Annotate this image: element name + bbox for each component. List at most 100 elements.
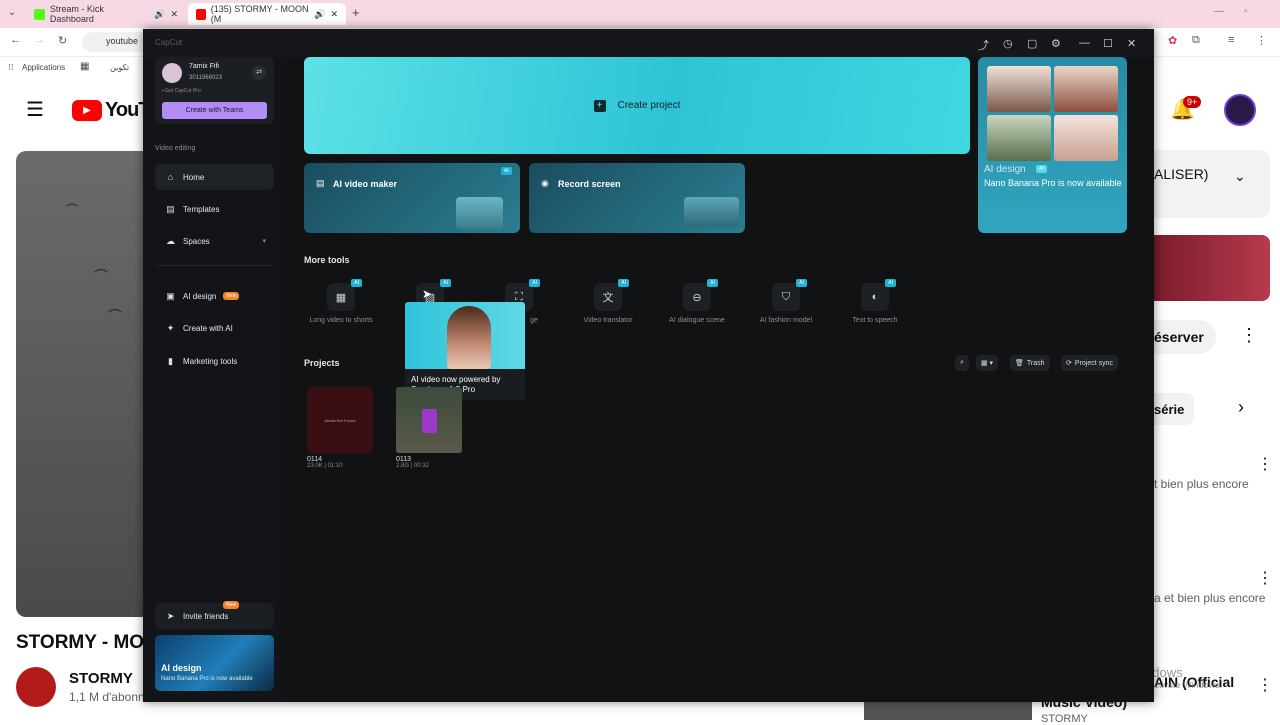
create-with-teams-button[interactable]: Create with Teams — [162, 102, 267, 119]
address-bar[interactable]: youtube — [82, 32, 152, 52]
tab-close-icon[interactable]: ✕ — [330, 9, 338, 20]
sidebar-item-home[interactable]: ⌂ Home — [155, 164, 274, 190]
maximize-icon[interactable]: ☐ — [1103, 37, 1113, 50]
back-icon[interactable]: ← — [10, 34, 21, 46]
sidebar-item-label: Marketing tools — [183, 356, 238, 366]
create-project-label: Create project — [617, 100, 681, 111]
tab-title: (135) STORMY - MOON (M — [210, 4, 309, 24]
record-screen-card[interactable]: ◉ Record screen — [529, 163, 745, 233]
menu-icon[interactable]: ⋮ — [1256, 34, 1267, 47]
cosmetics-image — [987, 115, 1051, 161]
search-icon[interactable]: ⌕ — [955, 355, 969, 371]
tab-close-icon[interactable]: ✕ — [170, 9, 178, 20]
tool-ai-fashion-model[interactable]: ⛉ AI AI fashion model — [751, 279, 821, 343]
project-item[interactable]: Media Not Found 0114 23.0K | 01:10 — [307, 387, 375, 469]
sidebar-item-spaces[interactable]: ☁ Spaces ▾ — [155, 228, 274, 254]
tool-video-translator[interactable]: 文 AI Video translator — [573, 279, 643, 343]
cloud-icon: ☁ — [166, 235, 175, 246]
tool-text-to-speech[interactable]: ◐ AI Text to speech — [840, 279, 910, 343]
capcut-sidebar: 7amix Fifi 3011966023 ⇄ ▪ Get CapCut Pro… — [143, 57, 283, 702]
recommended-thumbnail[interactable] — [864, 701, 1032, 720]
project-sync-button[interactable]: ⟳ Project sync — [1061, 355, 1118, 371]
reserve-button[interactable]: éserver — [1154, 320, 1216, 354]
extension-icon[interactable]: ✿ — [1168, 34, 1177, 47]
apps-grid-icon[interactable]: ⁝⁝ — [8, 62, 14, 73]
sidebar-item-templates[interactable]: ▤ Templates — [155, 196, 274, 222]
switch-account-icon[interactable]: ⇄ — [252, 66, 266, 80]
trash-button[interactable]: 🗑 Trash — [1010, 355, 1050, 371]
ai-design-icon: ▣ — [166, 290, 175, 301]
tool-label: Long video to shorts — [309, 317, 373, 324]
right-panel-header[interactable]: ALISER) ⌄ — [1154, 150, 1270, 218]
shirt-icon: ⛉ AI — [772, 279, 807, 311]
new-tab-icon[interactable]: + — [352, 5, 360, 20]
chevron-down-icon[interactable]: ▾ — [262, 237, 266, 245]
trash-label: Trash — [1026, 359, 1045, 367]
tooltip-preview-image — [405, 302, 525, 369]
sidebar-item-marketing-tools[interactable]: ▮ Marketing tools — [155, 348, 274, 374]
sidebar-item-ai-design[interactable]: ▣ AI design New — [155, 283, 274, 309]
ai-badge: AI — [440, 279, 451, 287]
kick-favicon-icon — [34, 8, 45, 20]
create-project-card[interactable]: + Create project — [304, 57, 970, 154]
restore-browser-icon[interactable]: ▫ — [1244, 6, 1248, 17]
user-avatar[interactable] — [162, 63, 182, 83]
reload-icon[interactable]: ↻ — [58, 34, 67, 47]
project-meta: 23.0K | 01:10 — [307, 463, 343, 469]
sidebar-item-create-with-ai[interactable]: ✦ Create with AI — [155, 315, 274, 341]
grid-icon[interactable]: ▦ — [80, 61, 89, 72]
more-options-icon[interactable]: ⋮ — [1240, 325, 1258, 346]
crown-icon: ▪ — [162, 88, 164, 94]
feedback-icon[interactable]: ▢ — [1027, 37, 1037, 50]
channel-avatar[interactable] — [16, 667, 56, 707]
bookmark-arabic[interactable]: تكوين — [110, 63, 129, 72]
hamburger-menu-icon[interactable]: ☰ — [26, 97, 44, 122]
close-icon[interactable]: ✕ — [1127, 37, 1136, 50]
forward-icon[interactable]: → — [34, 34, 45, 46]
chevron-down-icon[interactable]: ⌄ — [1234, 168, 1246, 185]
ai-design-card[interactable]: AI design AI Nano Banana Pro is now avai… — [978, 57, 1127, 233]
sidebar-divider — [155, 265, 274, 266]
ai-design-promo-banner[interactable]: AI design Nano Banana Pro is now availab… — [155, 635, 274, 691]
address-text: youtube — [106, 36, 139, 46]
more-options-icon[interactable]: ⋮ — [1257, 675, 1273, 695]
tool-ai-dialogue-scene[interactable]: ⊖ AI AI dialogue scene — [662, 279, 732, 343]
chevron-right-icon[interactable]: › — [1238, 397, 1244, 418]
recommended-channel[interactable]: STORMY — [1041, 713, 1088, 725]
tab-kick-dashboard[interactable]: Stream - Kick Dashboard 🔊 ✕ — [26, 3, 186, 25]
reading-list-icon[interactable]: ≡ — [1228, 34, 1234, 46]
bookmark-applications[interactable]: Applications — [22, 63, 65, 72]
project-item[interactable]: 0113 2.8G | 00:32 — [396, 387, 464, 469]
more-options-icon[interactable]: ⋮ — [1257, 568, 1273, 588]
pro-link[interactable]: ▪ Get CapCut Pro — [162, 88, 201, 94]
project-name: 0114 — [307, 456, 323, 463]
minimize-browser-icon[interactable]: — — [1214, 6, 1224, 17]
more-tools-label: More tools — [304, 255, 350, 265]
ai-video-maker-card[interactable]: ▤ AI video maker AI — [304, 163, 520, 233]
view-toggle-icon[interactable]: ▦ ▾ — [976, 355, 999, 371]
capcut-titlebar: CapCut ⤴ ◷ ▢ ⚙ — ☐ ✕ — [143, 29, 1154, 57]
extensions-puzzle-icon[interactable]: ⧉ — [1192, 34, 1200, 47]
series-chip[interactable]: série — [1154, 393, 1194, 425]
projects-label: Projects — [304, 358, 340, 368]
channel-name[interactable]: STORMY — [69, 670, 133, 687]
tab-list-chevron-icon[interactable]: ⌄ — [8, 7, 16, 18]
share-icon[interactable]: ⤴ — [978, 37, 989, 53]
settings-gear-icon[interactable]: ⚙ — [1051, 37, 1061, 50]
description-text: a et bien plus encore — [1154, 591, 1266, 605]
timer-icon[interactable]: ◷ — [1003, 37, 1013, 50]
minimize-icon[interactable]: — — [1079, 37, 1090, 49]
more-options-icon[interactable]: ⋮ — [1257, 454, 1273, 474]
tool-long-video-to-shorts[interactable]: ▦ AI Long video to shorts — [306, 279, 376, 343]
app-name: CapCut — [155, 38, 183, 47]
invite-friends-button[interactable]: ➤ Invite friends New — [155, 601, 274, 629]
tab-youtube-stormy[interactable]: (135) STORMY - MOON (M 🔊 ✕ — [188, 3, 346, 25]
account-avatar[interactable] — [1224, 94, 1256, 126]
bird-icon: ⌒ — [66, 203, 79, 217]
user-card: 7amix Fifi 3011966023 ⇄ ▪ Get CapCut Pro… — [155, 57, 274, 124]
project-thumbnail: Media Not Found — [307, 387, 373, 453]
tab-title: Stream - Kick Dashboard — [49, 4, 104, 24]
ai-badge: AI — [529, 279, 540, 287]
video-player[interactable]: ⌒ ⌒ ⌒ — [16, 151, 146, 617]
sidebar-item-label: Templates — [183, 204, 220, 214]
